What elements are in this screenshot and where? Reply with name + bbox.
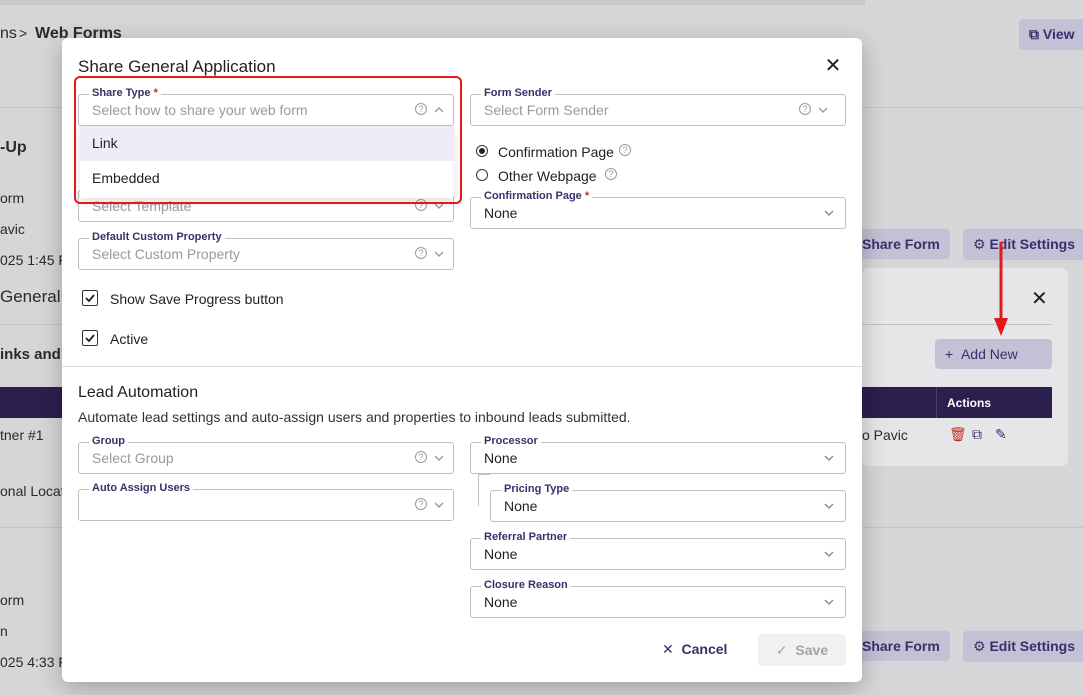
confirmation-page-select[interactable]: Confirmation Page * None <box>470 190 846 229</box>
help-icon[interactable]: ? <box>415 247 427 259</box>
info-line: onal Locati <box>0 483 68 499</box>
actions-header: Actions <box>947 396 992 410</box>
show-save-progress-checkbox[interactable] <box>82 290 98 306</box>
view-button[interactable]: ⧉ View <box>1019 19 1083 50</box>
form-sender-select[interactable]: Form Sender Select Form Sender ? <box>470 87 846 126</box>
confirmation-page-radio[interactable] <box>476 145 488 157</box>
referral-partner-value: None <box>484 546 518 562</box>
chevron-down-icon <box>823 596 835 608</box>
form-sender-label: Form Sender <box>481 87 555 99</box>
other-webpage-radio-label: Other Webpage <box>498 168 597 184</box>
edit-settings-button[interactable]: ⚙ Edit Settings <box>963 229 1083 260</box>
chevron-down-icon <box>433 452 445 464</box>
help-icon[interactable]: ? <box>605 168 617 180</box>
processor-value: None <box>484 450 518 466</box>
table-cell: tner #1 <box>0 427 44 443</box>
chevron-down-icon <box>823 500 835 512</box>
edit-settings-button[interactable]: ⚙ Edit Settings <box>963 631 1083 662</box>
help-icon[interactable]: ? <box>415 451 427 463</box>
copy-icon[interactable]: ⧉ <box>972 426 982 443</box>
section-heading: -Up <box>0 139 27 156</box>
custom-property-placeholder: Select Custom Property <box>92 246 240 262</box>
close-icon: ✕ <box>662 641 682 657</box>
info-line: orm <box>0 592 25 608</box>
chevron-down-icon <box>433 499 445 511</box>
required-mark: * <box>584 190 590 202</box>
pricing-type-value: None <box>504 498 538 514</box>
processor-label: Processor <box>481 435 541 447</box>
table-cell: o Pavic <box>862 427 908 443</box>
breadcrumb-separator: > <box>19 25 28 41</box>
closure-reason-select[interactable]: Closure Reason None <box>470 579 846 618</box>
confirmation-page-radio-label: Confirmation Page <box>498 144 614 160</box>
group-placeholder: Select Group <box>92 450 174 466</box>
closure-reason-value: None <box>484 594 518 610</box>
info-line: n <box>0 623 8 639</box>
help-icon[interactable]: ? <box>799 103 811 115</box>
edit-icon[interactable]: ✎ <box>995 426 1007 443</box>
confirmation-page-value: None <box>484 205 518 221</box>
info-line: 025 1:45 F <box>0 252 67 268</box>
active-checkbox[interactable] <box>82 330 98 346</box>
info-line: orm <box>0 190 25 206</box>
closure-reason-label: Closure Reason <box>481 579 571 591</box>
pricing-type-select[interactable]: Pricing Type None <box>490 483 846 522</box>
section-divider <box>62 366 862 367</box>
check-icon <box>85 334 95 343</box>
processor-select[interactable]: Processor None <box>470 435 846 474</box>
info-line: avic <box>0 221 25 237</box>
links-heading: inks and <box>0 346 61 363</box>
panel-title: General <box>0 287 61 306</box>
check-icon <box>85 294 95 303</box>
close-icon[interactable]: ✕ <box>824 56 842 76</box>
referral-partner-label: Referral Partner <box>481 531 571 543</box>
help-icon[interactable]: ? <box>415 498 427 510</box>
help-icon[interactable]: ? <box>619 144 631 156</box>
cancel-button[interactable]: ✕ Cancel <box>662 641 727 658</box>
pricing-type-label: Pricing Type <box>501 483 573 495</box>
active-label: Active <box>110 331 149 347</box>
auto-assign-users-label: Auto Assign Users <box>89 482 194 494</box>
header-separator <box>936 387 937 418</box>
add-new-button[interactable]: + Add New <box>935 339 1052 369</box>
default-custom-property-select[interactable]: Default Custom Property Select Custom Pr… <box>78 231 454 270</box>
chevron-down-icon <box>823 548 835 560</box>
modal-title: Share General Application <box>78 57 276 76</box>
highlight-annotation <box>74 76 462 204</box>
group-label: Group <box>89 435 128 447</box>
close-icon[interactable]: ✕ <box>1031 286 1048 311</box>
trash-icon[interactable]: 🗑 <box>949 426 967 443</box>
info-line: 025 4:33 F <box>0 654 67 670</box>
confirmation-page-label: Confirmation Page * <box>481 190 593 202</box>
group-select[interactable]: Group Select Group ? <box>78 435 454 474</box>
check-icon: ✓ <box>775 642 796 658</box>
external-link-icon: ⧉ <box>1029 26 1043 42</box>
save-button[interactable]: ✓ Save <box>758 634 846 666</box>
chevron-down-icon <box>433 248 445 260</box>
lead-automation-title: Lead Automation <box>78 384 199 401</box>
breadcrumb-prev[interactable]: ns <box>0 25 17 43</box>
top-bar <box>0 0 865 5</box>
share-form-button[interactable]: Share Form <box>852 229 950 259</box>
other-webpage-radio[interactable] <box>476 169 488 181</box>
lead-automation-description: Automate lead settings and auto-assign u… <box>78 409 631 425</box>
annotation-arrow <box>994 242 1008 336</box>
share-form-button[interactable]: Share Form <box>852 631 950 661</box>
referral-partner-select[interactable]: Referral Partner None <box>470 531 846 570</box>
default-custom-property-label: Default Custom Property <box>89 231 225 243</box>
chevron-down-icon <box>817 104 829 116</box>
chevron-down-icon <box>823 207 835 219</box>
auto-assign-users-select[interactable]: Auto Assign Users ? <box>78 482 454 521</box>
show-save-progress-label: Show Save Progress button <box>110 291 284 307</box>
form-sender-placeholder: Select Form Sender <box>484 102 609 118</box>
chevron-down-icon <box>823 452 835 464</box>
gear-icon: ⚙ <box>973 236 990 252</box>
plus-icon: + <box>945 346 961 362</box>
connector-line <box>478 474 490 506</box>
gear-icon: ⚙ <box>973 638 990 654</box>
